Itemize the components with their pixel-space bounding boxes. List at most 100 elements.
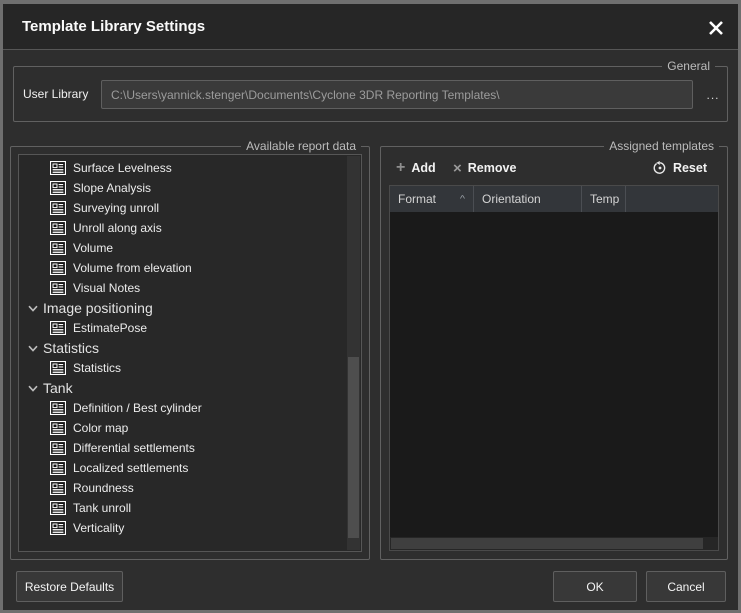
- report-icon: [50, 321, 66, 335]
- tree-item[interactable]: Definition / Best cylinder: [19, 398, 346, 418]
- assigned-templates-table: Format ^ Orientation Temp: [389, 185, 719, 551]
- report-icon: [50, 261, 66, 275]
- restore-defaults-button[interactable]: Restore Defaults: [16, 571, 123, 602]
- remove-button[interactable]: × Remove: [453, 156, 516, 180]
- dialog-title: Template Library Settings: [22, 4, 205, 50]
- tree-item-label: Differential settlements: [73, 441, 195, 455]
- template-library-settings-dialog: Template Library Settings General User L…: [0, 0, 741, 613]
- tree-item-label: Unroll along axis: [73, 221, 162, 235]
- close-icon: [707, 19, 725, 37]
- report-icon: [50, 501, 66, 515]
- tree-item-label: Surface Levelness: [73, 161, 172, 175]
- report-icon: [50, 281, 66, 295]
- tree-item-label: Verticality: [73, 521, 124, 535]
- tree-item[interactable]: Statistics: [19, 358, 346, 378]
- report-icon: [50, 521, 66, 535]
- tree-item-label: Slope Analysis: [73, 181, 151, 195]
- tree-vertical-scrollbar[interactable]: [347, 156, 360, 550]
- column-header-orientation[interactable]: Orientation: [474, 186, 582, 212]
- report-icon: [50, 241, 66, 255]
- chevron-down-icon[interactable]: [28, 305, 38, 312]
- tree-item[interactable]: Tank unroll: [19, 498, 346, 518]
- tree-item-label: Surveying unroll: [73, 201, 159, 215]
- column-header-format[interactable]: Format ^: [390, 186, 474, 212]
- reset-button[interactable]: Reset: [653, 156, 707, 180]
- tree-item[interactable]: Differential settlements: [19, 438, 346, 458]
- column-header-label: Orientation: [482, 192, 541, 206]
- user-library-label: User Library: [23, 67, 88, 121]
- sort-ascending-icon: ^: [460, 194, 465, 203]
- tree-item[interactable]: Slope Analysis: [19, 178, 346, 198]
- remove-button-label: Remove: [468, 161, 517, 175]
- tree-group-header[interactable]: Image positioning: [19, 298, 346, 318]
- tree-item-label: EstimatePose: [73, 321, 147, 335]
- report-icon: [50, 441, 66, 455]
- templates-table-body[interactable]: [390, 212, 718, 537]
- assigned-templates-label: Assigned templates: [604, 139, 719, 154]
- table-horizontal-scrollbar[interactable]: [390, 537, 718, 550]
- tree-item[interactable]: Visual Notes: [19, 278, 346, 298]
- user-library-input[interactable]: [101, 80, 693, 109]
- plus-icon: +: [396, 160, 405, 176]
- tree-item-label: Color map: [73, 421, 128, 435]
- general-group-label: General: [662, 59, 715, 74]
- report-icon: [50, 421, 66, 435]
- tree-item-label: Statistics: [73, 361, 121, 375]
- tree-group-header[interactable]: Statistics: [19, 338, 346, 358]
- column-header-temp[interactable]: Temp: [582, 186, 626, 212]
- available-report-data-group: Available report data Surface LevelnessS…: [10, 146, 370, 560]
- column-header-label: Format: [398, 192, 436, 206]
- assigned-templates-group: Assigned templates + Add × Remove Reset …: [380, 146, 728, 560]
- column-header-blank[interactable]: [626, 186, 718, 212]
- tree-item-label: Statistics: [43, 340, 99, 356]
- chevron-down-icon[interactable]: [28, 385, 38, 392]
- report-icon: [50, 361, 66, 375]
- ok-button[interactable]: OK: [553, 571, 637, 602]
- tree-item-label: Localized settlements: [73, 461, 188, 475]
- tree-item-label: Tank unroll: [73, 501, 131, 515]
- tree-group-header[interactable]: Tank: [19, 378, 346, 398]
- tree-item[interactable]: EstimatePose: [19, 318, 346, 338]
- tree-item[interactable]: Surface Levelness: [19, 158, 346, 178]
- tree-item-label: Definition / Best cylinder: [73, 401, 202, 415]
- column-header-label: Temp: [590, 192, 619, 206]
- title-bar: Template Library Settings: [3, 4, 738, 50]
- tree-item[interactable]: Roundness: [19, 478, 346, 498]
- report-data-tree: Surface Levelness Slope Analysis Surveying…: [18, 154, 362, 552]
- table-scrollbar-thumb[interactable]: [391, 538, 703, 549]
- tree-item-label: Tank: [43, 380, 73, 396]
- assigned-toolbar: + Add × Remove Reset: [389, 156, 719, 180]
- reset-button-label: Reset: [673, 161, 707, 175]
- tree-item-label: Roundness: [73, 481, 134, 495]
- templates-table-header: Format ^ Orientation Temp: [390, 186, 718, 212]
- cancel-button[interactable]: Cancel: [646, 571, 726, 602]
- tree-item[interactable]: Surveying unroll: [19, 198, 346, 218]
- report-data-tree-items: Surface Levelness Slope Analysis Surveying…: [19, 158, 346, 538]
- tree-item-label: Volume from elevation: [73, 261, 192, 275]
- reset-icon: [653, 161, 667, 175]
- report-icon: [50, 201, 66, 215]
- tree-item[interactable]: Color map: [19, 418, 346, 438]
- add-button-label: Add: [411, 161, 435, 175]
- close-button[interactable]: [705, 17, 727, 39]
- tree-item[interactable]: Localized settlements: [19, 458, 346, 478]
- add-button[interactable]: + Add: [396, 156, 436, 180]
- tree-item[interactable]: Volume: [19, 238, 346, 258]
- tree-item[interactable]: Unroll along axis: [19, 218, 346, 238]
- general-group: General User Library ...: [13, 66, 728, 122]
- tree-item-label: Volume: [73, 241, 113, 255]
- report-icon: [50, 181, 66, 195]
- available-report-data-label: Available report data: [241, 139, 361, 154]
- tree-scrollbar-thumb[interactable]: [348, 357, 359, 538]
- tree-item[interactable]: Volume from elevation: [19, 258, 346, 278]
- report-icon: [50, 401, 66, 415]
- x-icon: ×: [453, 161, 462, 176]
- report-icon: [50, 481, 66, 495]
- browse-button[interactable]: ...: [701, 80, 725, 109]
- report-icon: [50, 161, 66, 175]
- tree-item[interactable]: Verticality: [19, 518, 346, 538]
- tree-item-label: Visual Notes: [73, 281, 140, 295]
- tree-item-label: Image positioning: [43, 300, 153, 316]
- chevron-down-icon[interactable]: [28, 345, 38, 352]
- report-icon: [50, 221, 66, 235]
